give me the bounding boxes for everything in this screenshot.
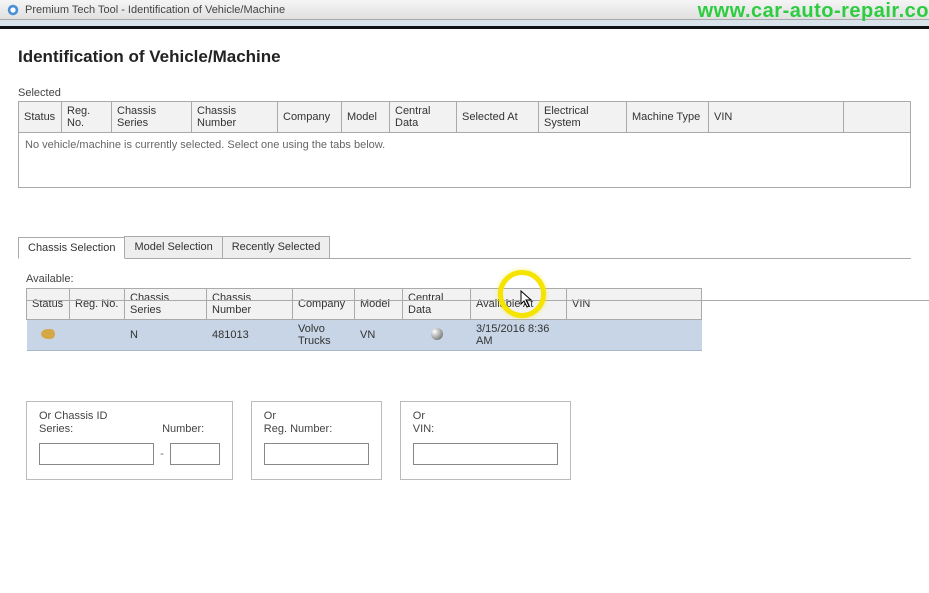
filter-reg-label: Or — [264, 410, 369, 422]
acol-status[interactable]: Status — [27, 289, 70, 320]
dash: - — [160, 448, 164, 460]
reg-number-input[interactable] — [264, 443, 369, 465]
col-central-data[interactable]: Central Data — [390, 102, 457, 133]
available-table: Status Reg. No. Chassis Series Chassis N… — [26, 288, 702, 351]
available-header-row: Status Reg. No. Chassis Series Chassis N… — [27, 289, 702, 320]
tab-recently-selected[interactable]: Recently Selected — [222, 236, 331, 258]
cell-chassis-number: 481013 — [207, 320, 293, 351]
app-icon — [6, 3, 20, 17]
cell-chassis-series: N — [125, 320, 207, 351]
available-row[interactable]: N 481013 Volvo Trucks VN 3/15/2016 8:36 … — [27, 320, 702, 351]
acol-vin[interactable]: VIN — [567, 289, 702, 320]
selected-empty-message: No vehicle/machine is currently selected… — [19, 133, 911, 188]
col-electrical[interactable]: Electrical System — [539, 102, 627, 133]
filter-series-label: Series: — [39, 423, 159, 435]
cell-company: Volvo Trucks — [293, 320, 355, 351]
acol-available-at[interactable]: Available At — [471, 289, 567, 320]
cell-status — [27, 320, 70, 351]
filter-vin-label: Or — [413, 410, 558, 422]
filter-reg-sub: Reg. Number: — [264, 423, 369, 435]
tab-model-selection[interactable]: Model Selection — [124, 236, 222, 258]
tabs: Chassis Selection Model Selection Recent… — [18, 236, 911, 259]
filter-vin: Or VIN: — [400, 401, 571, 480]
watermark: www.car-auto-repair.co — [698, 0, 929, 23]
filter-vin-sub: VIN: — [413, 423, 558, 435]
cell-regno — [70, 320, 125, 351]
col-chassis-number[interactable]: Chassis Number — [192, 102, 278, 133]
acol-chassis-number[interactable]: Chassis Number — [207, 289, 293, 320]
selected-table: Status Reg. No. Chassis Series Chassis N… — [18, 101, 911, 188]
filter-chassis-label: Or Chassis ID — [39, 410, 220, 422]
cell-vin — [567, 320, 702, 351]
cell-central-data — [403, 320, 471, 351]
filter-number-label: Number: — [162, 423, 204, 435]
acol-central-data[interactable]: Central Data — [403, 289, 471, 320]
acol-model[interactable]: Model — [355, 289, 403, 320]
series-input[interactable] — [39, 443, 154, 465]
page-title: Identification of Vehicle/Machine — [18, 47, 911, 67]
col-selected-at[interactable]: Selected At — [457, 102, 539, 133]
acol-regno[interactable]: Reg. No. — [70, 289, 125, 320]
available-bottom-border — [26, 300, 929, 301]
col-status[interactable]: Status — [19, 102, 62, 133]
filter-chassis-id: Or Chassis ID Series: Number: - — [26, 401, 233, 480]
filter-row: Or Chassis ID Series: Number: - Or Reg. … — [26, 401, 911, 480]
globe-icon — [431, 328, 443, 340]
cell-model: VN — [355, 320, 403, 351]
col-extra[interactable] — [844, 102, 911, 133]
col-vin[interactable]: VIN — [709, 102, 844, 133]
available-label: Available: — [26, 273, 911, 285]
acol-chassis-series[interactable]: Chassis Series — [125, 289, 207, 320]
number-input[interactable] — [170, 443, 220, 465]
cell-available-at: 3/15/2016 8:36 AM — [471, 320, 567, 351]
tab-chassis-selection[interactable]: Chassis Selection — [18, 237, 125, 259]
acol-company[interactable]: Company — [293, 289, 355, 320]
selected-empty-row: No vehicle/machine is currently selected… — [19, 133, 911, 188]
selected-label: Selected — [18, 87, 911, 99]
window-title: Premium Tech Tool - Identification of Ve… — [25, 4, 285, 16]
vin-input[interactable] — [413, 443, 558, 465]
selected-header-row: Status Reg. No. Chassis Series Chassis N… — [19, 102, 911, 133]
col-chassis-series[interactable]: Chassis Series — [112, 102, 192, 133]
col-model[interactable]: Model — [342, 102, 390, 133]
filter-reg: Or Reg. Number: — [251, 401, 382, 480]
col-machine-type[interactable]: Machine Type — [627, 102, 709, 133]
tab-body: Available: Status Reg. No. Chassis Serie… — [18, 259, 911, 480]
key-icon — [41, 329, 55, 339]
col-company[interactable]: Company — [278, 102, 342, 133]
col-regno[interactable]: Reg. No. — [62, 102, 112, 133]
